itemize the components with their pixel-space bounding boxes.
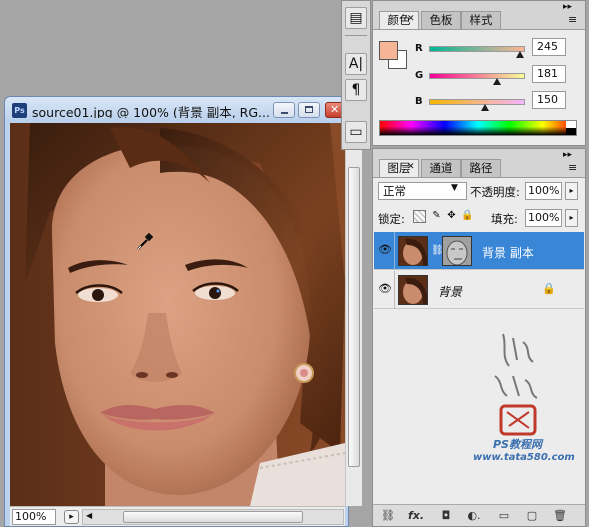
opacity-field[interactable]: 100%	[525, 182, 562, 200]
opacity-label: 不透明度:	[470, 185, 520, 199]
scroll-left-icon[interactable]: ◀	[86, 511, 92, 520]
close-tab-icon[interactable]: ✕	[407, 14, 415, 24]
lock-image-icon[interactable]: ✎	[430, 210, 443, 223]
layer-row-background-copy[interactable]: 👁 ⛓ 背景 副本	[374, 232, 584, 270]
close-icon: ✕	[330, 103, 340, 116]
channel-g-value[interactable]: 181	[532, 65, 566, 83]
layer-divider	[394, 232, 395, 270]
horizontal-scroll-thumb[interactable]	[123, 511, 303, 523]
watermark-site-name: PS教程网	[493, 438, 542, 451]
layer-row-background[interactable]: 👁 背景 🔒	[374, 271, 584, 309]
layer-thumbnail[interactable]	[398, 275, 428, 305]
adjustment-layer-icon[interactable]: ◐.	[465, 508, 483, 524]
tab-styles[interactable]: 样式	[461, 11, 501, 29]
type-tool-icon[interactable]: A|	[345, 53, 367, 75]
new-layer-icon[interactable]: ▢	[523, 508, 541, 524]
panel-icon-strip: ▤ A| ¶ ▭	[341, 0, 371, 150]
clone-source-icon[interactable]: ▤	[345, 7, 367, 29]
layer-thumb-image	[399, 237, 427, 265]
notes-icon[interactable]: ▭	[345, 121, 367, 143]
channel-g-slider[interactable]	[429, 73, 525, 85]
minimize-icon	[281, 112, 288, 114]
channel-r-thumb[interactable]	[516, 51, 525, 58]
maximize-icon	[305, 106, 313, 113]
chevron-down-icon[interactable]: ▼	[451, 183, 458, 193]
tab-paths[interactable]: 路径	[461, 159, 501, 177]
new-group-icon[interactable]: ▭	[495, 508, 513, 524]
watermark: PS教程网 www.tata580.com	[473, 326, 583, 496]
color-panel-body: R 245 G 181 B 150	[373, 29, 585, 145]
portrait-photo	[10, 123, 345, 506]
document-window: Ps source01.jpg @ 100% (背景 副本, RG... ✕ 1…	[4, 96, 362, 527]
layer-divider	[394, 271, 395, 309]
paragraph-icon[interactable]: ¶	[345, 79, 367, 101]
minimize-button[interactable]	[273, 102, 295, 118]
fill-label: 填充:	[491, 212, 518, 226]
horizontal-scrollbar[interactable]: ◀	[82, 509, 344, 525]
collapse-panel-icon[interactable]: ▸▸	[563, 150, 572, 160]
color-panel: ▸▸ 颜色 ✕ 色板 样式 ≡ R 245 G 181 B 150	[372, 0, 586, 146]
vertical-scroll-thumb[interactable]	[348, 167, 360, 467]
color-spectrum-bar[interactable]	[379, 120, 577, 136]
tab-swatches[interactable]: 色板	[421, 11, 461, 29]
channel-b-thumb[interactable]	[481, 104, 490, 111]
mask-thumb-image	[443, 237, 471, 265]
eyedropper-cursor-icon	[137, 232, 154, 250]
tab-channels[interactable]: 通道	[421, 159, 461, 177]
layer-mask-thumbnail[interactable]	[442, 236, 472, 266]
layer-thumb-image	[399, 276, 427, 304]
channel-r-slider[interactable]	[429, 46, 525, 58]
calligraphy-watermark-image	[494, 333, 538, 436]
spectrum-shade	[380, 121, 576, 135]
layer-thumbnail[interactable]	[398, 236, 428, 266]
visibility-eye-icon[interactable]: 👁	[378, 282, 392, 296]
panel-menu-icon[interactable]: ≡	[568, 161, 577, 174]
status-menu-button[interactable]: ▸	[64, 510, 79, 524]
add-mask-icon[interactable]: ◘	[437, 508, 455, 524]
maximize-button[interactable]	[298, 102, 320, 118]
vertical-scrollbar[interactable]: ▲	[345, 123, 362, 506]
close-tab-icon[interactable]: ✕	[407, 162, 415, 172]
document-title: source01.jpg @ 100% (背景 副本, RG...	[32, 105, 270, 118]
layer-name[interactable]: 背景 副本	[482, 244, 534, 261]
layers-panel-body: 正常 ▼ 不透明度: 100% ▸ 锁定: ✎ ✥ 🔒 填充: 100% ▸ 👁…	[373, 177, 585, 526]
document-titlebar[interactable]: Ps source01.jpg @ 100% (背景 副本, RG... ✕	[5, 97, 348, 123]
visibility-eye-icon[interactable]: 👁	[378, 243, 392, 257]
layers-panel: ▸▸ 图层 ✕ 通道 路径 ≡ 正常 ▼ 不透明度: 100% ▸ 锁定: ✎ …	[372, 148, 586, 527]
layer-name[interactable]: 背景	[438, 283, 462, 300]
channel-b-slider[interactable]	[429, 99, 525, 111]
channel-b-value[interactable]: 150	[532, 91, 566, 109]
lock-transparency-icon[interactable]	[413, 210, 426, 223]
channel-g-label: G	[415, 70, 424, 81]
lock-position-icon[interactable]: ✥	[445, 210, 458, 223]
image-canvas[interactable]	[10, 123, 345, 506]
channel-g-thumb[interactable]	[492, 78, 501, 85]
foreground-color-swatch[interactable]	[379, 41, 398, 60]
delete-layer-icon[interactable]: 🗑	[551, 508, 569, 524]
opacity-slider-button[interactable]: ▸	[565, 182, 578, 200]
link-layers-icon[interactable]: ⛓	[379, 508, 397, 524]
fill-field[interactable]: 100%	[525, 209, 562, 227]
channel-r-label: R	[415, 43, 423, 54]
channel-r-value[interactable]: 245	[532, 38, 566, 56]
photoshop-doc-icon: Ps	[12, 103, 27, 118]
collapse-panel-icon[interactable]: ▸▸	[563, 2, 572, 12]
watermark-url: www.tata580.com	[473, 452, 575, 463]
channel-b-label: B	[415, 96, 423, 107]
layer-locked-icon: 🔒	[542, 282, 556, 295]
strip-divider	[345, 35, 367, 36]
panel-menu-icon[interactable]: ≡	[568, 13, 577, 26]
layers-footer-toolbar: ⛓ fx. ◘ ◐. ▭ ▢ 🗑	[373, 504, 585, 526]
spectrum-black-white[interactable]	[566, 121, 576, 135]
zoom-level-field[interactable]: 100%	[12, 509, 56, 525]
lock-all-icon[interactable]: 🔒	[461, 210, 474, 223]
document-statusbar: 100% ▸ ◀	[10, 506, 345, 526]
fill-slider-button[interactable]: ▸	[565, 209, 578, 227]
lock-label: 锁定:	[378, 212, 405, 226]
fx-icon[interactable]: fx.	[407, 508, 425, 524]
